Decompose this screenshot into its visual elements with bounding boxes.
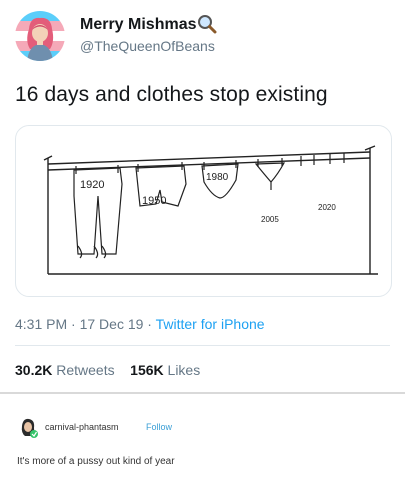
year-label-2005: 2005 xyxy=(261,215,279,224)
year-label-1950: 1950 xyxy=(142,195,166,207)
reblog-username[interactable]: carnival-phantasm xyxy=(45,422,119,432)
likes-count: 156K xyxy=(130,362,164,378)
year-label-2020: 2020 xyxy=(318,203,336,212)
retweets-label: Retweets xyxy=(56,362,115,378)
tweet-text: 16 days and clothes stop existing xyxy=(15,83,328,106)
likes-stat[interactable]: 156K Likes xyxy=(130,362,200,378)
tweet-source-link[interactable]: Twitter for iPhone xyxy=(156,316,265,332)
retweets-stat[interactable]: 30.2K Retweets xyxy=(15,362,115,378)
clothesline-drawing: 1920 1950 1980 2005 2020 xyxy=(43,145,378,275)
thong-2005 xyxy=(254,158,286,190)
tweet-stats: 30.2K Retweets 156K Likes xyxy=(15,362,200,378)
retweets-count: 30.2K xyxy=(15,362,53,378)
divider xyxy=(15,345,390,346)
reblog-user-avatar[interactable] xyxy=(17,416,39,438)
profile-avatar[interactable] xyxy=(15,11,65,61)
tweet-meta: 4:31 PM · 17 Dec 19 · Twitter for iPhone xyxy=(15,316,265,332)
reblog-comment: It's more of a pussy out kind of year xyxy=(17,456,175,467)
follow-button[interactable]: Follow xyxy=(146,422,172,432)
display-name[interactable]: Merry Mishmas xyxy=(80,16,197,34)
magnifying-glass-icon xyxy=(198,15,217,34)
user-handle[interactable]: @TheQueenOfBeans xyxy=(80,38,215,54)
meta-separator: · xyxy=(147,316,156,332)
year-label-1980: 1980 xyxy=(206,172,229,183)
reblog-section: carnival-phantasm Follow It's more of a … xyxy=(0,392,405,482)
tweet-media-image[interactable]: 1920 1950 1980 2005 2020 xyxy=(15,125,392,297)
tweet-timestamp[interactable]: 4:31 PM · 17 Dec 19 xyxy=(15,316,143,332)
character-avatar-art xyxy=(27,17,54,61)
likes-label: Likes xyxy=(167,362,201,378)
year-label-1920: 1920 xyxy=(80,179,104,191)
